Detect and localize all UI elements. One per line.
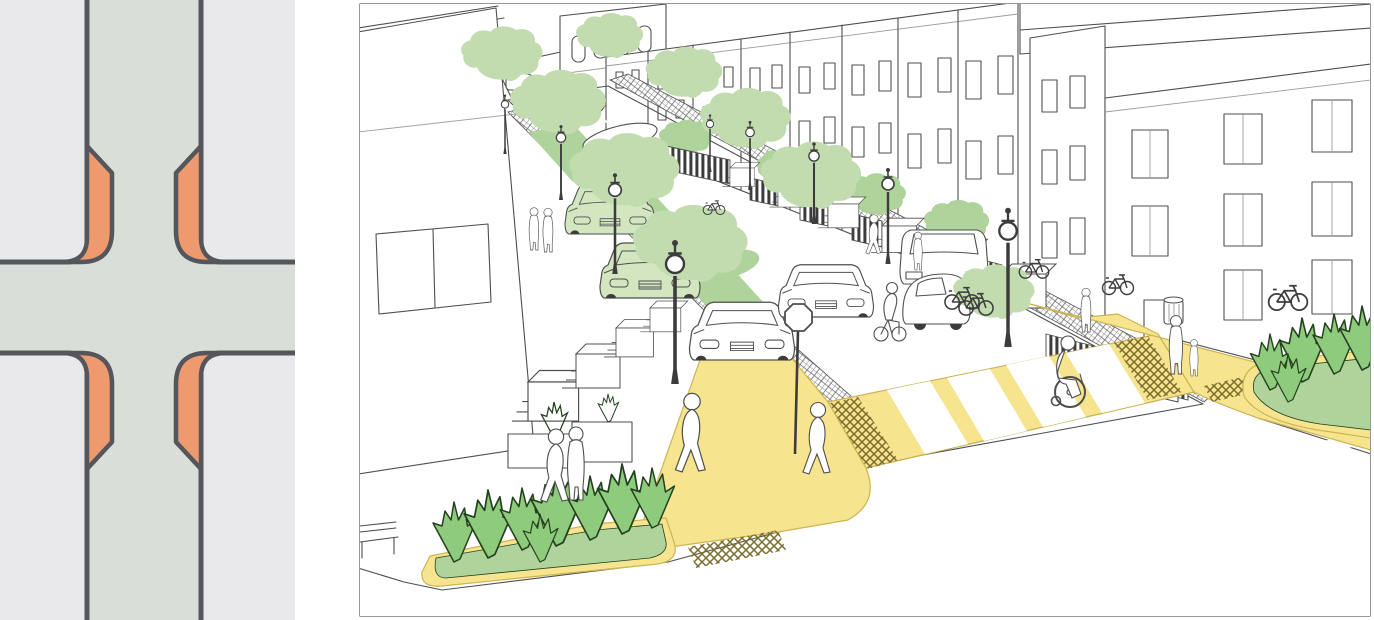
sidewalk-block-top-right — [201, 0, 295, 262]
figure-canvas — [0, 0, 1374, 620]
sidewalk-block-top-left — [0, 0, 87, 262]
sidewalk-block-bottom-right — [201, 353, 295, 620]
curb-extension-plan-diagram — [0, 0, 295, 620]
street-perspective-illustration — [358, 2, 1372, 618]
sidewalk-block-bottom-left — [0, 353, 87, 620]
